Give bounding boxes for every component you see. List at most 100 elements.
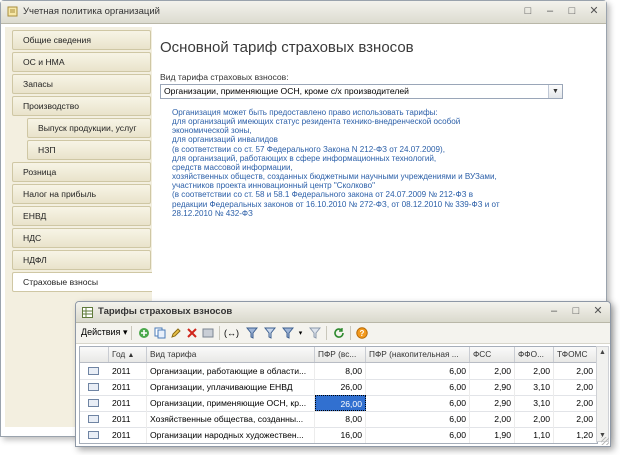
record-icon — [88, 399, 99, 407]
cell-ffoms: 2,00 — [515, 411, 554, 427]
filter-icon[interactable] — [245, 326, 258, 339]
info-line: редакции Федеральных законов от 16.10.20… — [172, 199, 500, 209]
add-icon[interactable] — [137, 326, 150, 339]
toolbar-separator — [326, 326, 327, 340]
sidebar-item-production[interactable]: Производство — [12, 96, 151, 116]
toolbar-separator — [219, 326, 220, 340]
tariffs-window: Тарифы страховых взносов – □ ✕ Действия … — [75, 301, 611, 447]
column-pfr-total[interactable]: ПФР (вс... — [315, 347, 366, 362]
tariff-type-value: Организации, применяющие ОСН, кроме с/х … — [164, 86, 409, 96]
tariffs-table[interactable]: Год ▲ Вид тарифа ПФР (вс... ПФР (накопит… — [79, 346, 598, 444]
filter-list-icon[interactable] — [263, 326, 276, 339]
post-icon[interactable] — [201, 326, 214, 339]
actions-menu[interactable]: Действия ▾ — [81, 327, 127, 338]
sidebar-item-fixed-assets[interactable]: ОС и НМА — [12, 52, 151, 72]
table-row[interactable]: 2011 Организации народных художествен...… — [80, 427, 597, 443]
cell-fss: 2,90 — [470, 395, 515, 411]
main-window-title: Учетная политика организаций — [23, 6, 160, 17]
info-line: средств массовой информации, — [172, 162, 293, 172]
cell-pfr-accumulative: 6,00 — [366, 411, 470, 427]
info-line: Организация может быть предоставлено пра… — [172, 108, 438, 117]
cell-tariff: Организации, уплачивающие ЕНВД — [147, 379, 315, 395]
chevron-down-icon[interactable]: ▾ — [294, 326, 307, 339]
cell-tariff: Организации народных художествен... — [147, 427, 315, 443]
page-title: Основной тариф страховых взносов — [160, 39, 414, 56]
clear-filter-icon[interactable] — [308, 326, 321, 339]
help-icon[interactable]: ? — [355, 326, 368, 339]
resize-grip[interactable] — [601, 437, 609, 445]
table-scrollbar[interactable]: ▲ ▼ — [596, 346, 609, 442]
cell-tariff: Организации, работающие в области... — [147, 363, 315, 379]
delete-icon[interactable] — [185, 326, 198, 339]
cell-year: 2011 — [109, 427, 147, 443]
record-icon — [88, 383, 99, 391]
info-line: 28.12.2010 № 432-ФЗ — [172, 208, 253, 218]
maximize-button[interactable]: □ — [570, 305, 582, 318]
tariffs-window-title: Тарифы страховых взносов — [98, 306, 233, 317]
restore-icon[interactable]: □ — [522, 5, 534, 18]
sidebar-item-vat[interactable]: НДС — [12, 228, 151, 248]
document-icon — [7, 6, 18, 17]
column-year[interactable]: Год ▲ — [109, 347, 147, 362]
cell-ffoms: 3,10 — [515, 395, 554, 411]
scroll-up-icon[interactable]: ▲ — [597, 347, 608, 358]
toolbar-separator — [350, 326, 351, 340]
column-tariff[interactable]: Вид тарифа — [147, 347, 315, 362]
sort-icon: ▲ — [127, 352, 135, 359]
copy-icon[interactable] — [153, 326, 166, 339]
cell-tariff: Хозяйственные общества, созданны... — [147, 411, 315, 427]
minimize-button[interactable]: – — [548, 305, 560, 318]
cell-pfr-accumulative: 6,00 — [366, 395, 470, 411]
sidebar-item-envd[interactable]: ЕНВД — [12, 206, 151, 226]
cell-pfr-accumulative: 6,00 — [366, 427, 470, 443]
table-icon — [82, 307, 93, 318]
interval-icon[interactable]: (↔) — [224, 326, 239, 339]
sidebar-item-insurance[interactable]: Страховые взносы — [12, 272, 154, 292]
tariffs-toolbar: Действия ▾ (↔) ▾ ? — [76, 323, 610, 344]
main-titlebar[interactable]: Учетная политика организаций □ – □ ✕ — [1, 1, 606, 24]
close-button[interactable]: ✕ — [588, 5, 600, 18]
svg-text:?: ? — [359, 329, 364, 338]
info-line: для организаций имеющих статус резидента… — [172, 117, 461, 127]
sidebar-item-wip[interactable]: НЗП — [27, 140, 151, 160]
sidebar-item-profit-tax[interactable]: Налог на прибыль — [12, 184, 151, 204]
table-row[interactable]: 2011 Хозяйственные общества, созданны...… — [80, 411, 597, 428]
close-button[interactable]: ✕ — [592, 305, 604, 318]
column-fss[interactable]: ФСС — [470, 347, 515, 362]
tariff-type-select[interactable]: Организации, применяющие ОСН, кроме с/х … — [160, 84, 563, 99]
tariffs-titlebar[interactable]: Тарифы страховых взносов – □ ✕ — [76, 302, 610, 323]
chevron-down-icon[interactable]: ▼ — [548, 85, 562, 98]
toolbar-separator — [131, 326, 132, 340]
column-tfoms[interactable]: ТФОМС — [554, 347, 597, 362]
table-row-selected[interactable]: 2011 Организации, применяющие ОСН, кр...… — [80, 395, 597, 412]
cell-fss: 2,00 — [470, 363, 515, 379]
actions-label: Действия — [81, 327, 121, 337]
info-line: хозяйственных обществ, созданных бюджетн… — [172, 172, 497, 182]
cell-pfr-total-selected[interactable]: 26,00 — [315, 395, 366, 411]
maximize-button[interactable]: □ — [566, 5, 578, 18]
table-header: Год ▲ Вид тарифа ПФР (вс... ПФР (накопит… — [80, 347, 597, 363]
sidebar-item-general[interactable]: Общие сведения — [12, 30, 151, 50]
table-row[interactable]: 2011 Организации, работающие в области..… — [80, 363, 597, 380]
sidebar-item-retail[interactable]: Розница — [12, 162, 151, 182]
column-pfr-accumulative[interactable]: ПФР (накопительная ... — [366, 347, 470, 362]
sidebar-item-product-output[interactable]: Выпуск продукции, услуг — [27, 118, 151, 138]
sidebar-item-inventory[interactable]: Запасы — [12, 74, 151, 94]
cell-tfoms: 1,20 — [554, 427, 597, 443]
cell-pfr-total: 26,00 — [315, 379, 366, 395]
cell-tfoms: 2,00 — [554, 395, 597, 411]
cell-year: 2011 — [109, 363, 147, 379]
info-line: экономической зоны, — [172, 126, 252, 136]
cell-year: 2011 — [109, 379, 147, 395]
cell-pfr-total: 8,00 — [315, 411, 366, 427]
table-row[interactable]: 2011 Организации, уплачивающие ЕНВД 26,0… — [80, 379, 597, 396]
column-ffoms[interactable]: ФФО... — [515, 347, 554, 362]
cell-year: 2011 — [109, 395, 147, 411]
tariff-info-text: Организация может быть предоставлено пра… — [172, 108, 552, 218]
edit-icon[interactable] — [169, 326, 182, 339]
refresh-icon[interactable] — [332, 326, 345, 339]
sidebar-item-ndfl[interactable]: НДФЛ — [12, 250, 151, 270]
minimize-button[interactable]: – — [544, 5, 556, 18]
header-icon-column — [80, 347, 109, 362]
filter-dropdown-icon[interactable] — [281, 326, 294, 339]
